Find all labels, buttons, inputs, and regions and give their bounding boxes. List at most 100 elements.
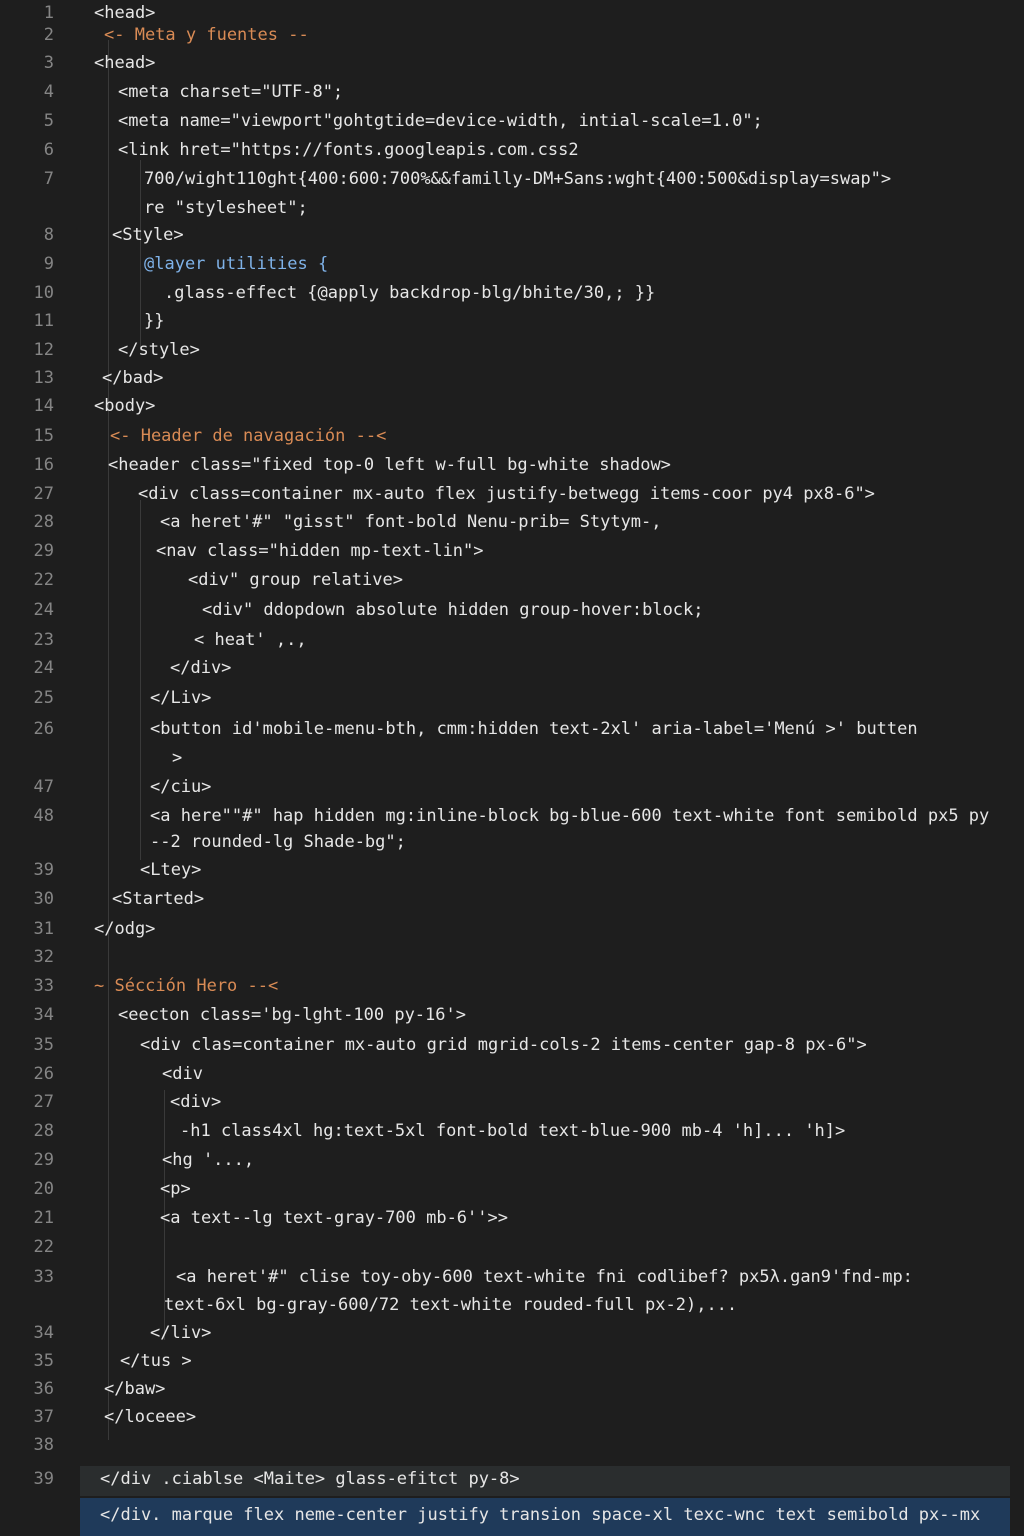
line-code: </ciu> <box>150 777 212 797</box>
code-line[interactable]: </div. marque flex neme-center justify t… <box>0 1502 1024 1528</box>
code-line[interactable]: 47 </ciu> <box>0 774 1024 800</box>
code-line[interactable]: 5 <meta name="viewport"gohtgtide=device-w… <box>0 108 1024 134</box>
code-line[interactable]: 16 <header class="fixed top-0 left w-full… <box>0 452 1024 478</box>
code-line[interactable]: 2 <- Meta y fuentes -- <box>0 22 1024 48</box>
line-code: text-6xl bg-gray-600/72 text-white roude… <box>164 1295 738 1315</box>
code-line[interactable]: 34 </liv> <box>0 1320 1024 1346</box>
code-line[interactable]: 24 </div> <box>0 655 1024 681</box>
line-code: < heat' ,., <box>194 630 307 650</box>
line-code: 700/wight110ght{400:600:700%&&familly-DM… <box>144 169 892 189</box>
code-line[interactable]: 8 <Style> <box>0 222 1024 248</box>
line-code: <meta charset="UTF-8"; <box>118 82 344 102</box>
line-number: 34 <box>33 1005 54 1025</box>
code-line[interactable]: 48 <a here""#" hap hidden mg:inline-block… <box>0 803 1024 829</box>
code-line[interactable]: 27 <div> <box>0 1089 1024 1115</box>
line-number: 33 <box>33 976 54 996</box>
code-line[interactable]: 22 <box>0 1234 1024 1260</box>
line-number: 28 <box>33 1121 54 1141</box>
line-code: > <box>172 748 183 768</box>
code-line[interactable]: 35 <div clas=container mx-auto grid mgrid… <box>0 1032 1024 1058</box>
line-code: <a here""#" hap hidden mg:inline-block b… <box>150 806 990 826</box>
line-number: 28 <box>33 512 54 532</box>
code-line[interactable]: > <box>0 745 1024 771</box>
line-number: 10 <box>33 283 54 303</box>
line-number: 24 <box>33 600 54 620</box>
code-line[interactable]: 36 </baw> <box>0 1376 1024 1402</box>
line-number: 26 <box>33 1064 54 1084</box>
line-number: 38 <box>33 1435 54 1455</box>
code-line[interactable]: 28 <a heret'#" "gisst" font-bold Nenu-pri… <box>0 509 1024 535</box>
line-code: </odg> <box>94 919 156 939</box>
line-number: 29 <box>33 1150 54 1170</box>
code-line[interactable]: 14 <body> <box>0 393 1024 419</box>
code-line[interactable]: 28 -h1 class4xl hg:text-5xl font-bold tex… <box>0 1118 1024 1144</box>
line-code: <button id'mobile-menu-bth, cmm:hidden t… <box>150 719 918 739</box>
code-line[interactable]: 27 <div class=container mx-auto flex just… <box>0 481 1024 507</box>
line-code: <header class="fixed top-0 left w-full b… <box>108 455 671 475</box>
line-number: 3 <box>43 53 54 73</box>
line-number: 25 <box>33 688 54 708</box>
line-code: </bad> <box>102 368 164 388</box>
code-line[interactable]: 31 </odg> <box>0 916 1024 942</box>
code-line[interactable]: 4 <meta charset="UTF-8"; <box>0 79 1024 105</box>
line-code: </tus > <box>120 1351 192 1371</box>
code-line[interactable]: 7 700/wight110ght{400:600:700%&&familly-D… <box>0 166 1024 192</box>
code-line[interactable]: 35 </tus > <box>0 1348 1024 1374</box>
line-code: <a heret'#" "gisst" font-bold Nenu-prib=… <box>160 512 662 532</box>
code-line[interactable]: 33 <a heret'#" clise toy-oby-600 text-whi… <box>0 1264 1024 1290</box>
code-line[interactable]: 6 <link hret="https://fonts.googleapis.co… <box>0 137 1024 163</box>
code-line[interactable]: text-6xl bg-gray-600/72 text-white roude… <box>0 1292 1024 1318</box>
line-number: 16 <box>33 455 54 475</box>
line-number: 2 <box>43 25 54 45</box>
line-number: 36 <box>33 1379 54 1399</box>
line-number: 11 <box>33 311 54 331</box>
code-line[interactable]: 33 ~ Sécción Hero --< <box>0 973 1024 999</box>
code-line[interactable]: --2 rounded-lg Shade-bg"; <box>0 829 1024 855</box>
code-line[interactable]: 20 <p> <box>0 1176 1024 1202</box>
code-line[interactable]: 10 .glass-effect {@apply backdrop-blg/bhi… <box>0 280 1024 306</box>
line-number: 4 <box>43 82 54 102</box>
code-line[interactable]: 29 <hg '..., <box>0 1147 1024 1173</box>
code-line[interactable]: 38 <box>0 1432 1024 1458</box>
line-code: <head> <box>94 53 156 73</box>
code-line[interactable]: 21 <a text--lg text-gray-700 mb-6''>> <box>0 1205 1024 1231</box>
line-code: <div clas=container mx-auto grid mgrid-c… <box>140 1035 867 1055</box>
line-code: <Style> <box>112 225 184 245</box>
line-code: <hg '..., <box>162 1150 255 1170</box>
code-editor[interactable]: 1 <head> 2 <- Meta y fuentes -- 3 <head> 4 <met… <box>0 0 1024 1536</box>
code-line[interactable]: 25 </Liv> <box>0 685 1024 711</box>
code-line[interactable]: 39 </div .ciablse <Maite> glass-efitct py… <box>0 1466 1024 1492</box>
line-number: 48 <box>33 806 54 826</box>
code-line[interactable]: 37 </loceee> <box>0 1404 1024 1430</box>
code-line[interactable]: 34 <eecton class='bg-lght-100 py-16'> <box>0 1002 1024 1028</box>
line-number: 23 <box>33 630 54 650</box>
code-line[interactable]: 26 <button id'mobile-menu-bth, cmm:hidden… <box>0 716 1024 742</box>
code-line[interactable]: 11}} <box>0 308 1024 334</box>
line-code: <nav class="hidden mp-text-lin"> <box>156 541 484 561</box>
line-code: <Ltey> <box>140 860 202 880</box>
line-code: @layer utilities { <box>144 254 329 274</box>
code-line[interactable]: re "stylesheet"; <box>0 195 1024 221</box>
code-line[interactable]: 32 <box>0 944 1024 970</box>
line-number: 27 <box>33 484 54 504</box>
code-line[interactable]: 9 @layer utilities { <box>0 251 1024 277</box>
line-code: </style> <box>118 340 200 360</box>
code-line[interactable]: 39 <Ltey> <box>0 857 1024 883</box>
line-code: <div" group relative> <box>188 570 403 590</box>
code-line[interactable]: 30 <Started> <box>0 886 1024 912</box>
code-line[interactable]: 26 <div <box>0 1061 1024 1087</box>
code-line[interactable]: 15 <- Header de navagación --< <box>0 423 1024 449</box>
line-code: <div> <box>170 1092 222 1112</box>
code-line[interactable]: 12 </style> <box>0 337 1024 363</box>
code-line[interactable]: 24 <div" ddopdown absolute hidden group-h… <box>0 597 1024 623</box>
code-line[interactable]: 29 <nav class="hidden mp-text-lin"> <box>0 538 1024 564</box>
code-line[interactable]: 3 <head> <box>0 50 1024 76</box>
code-line[interactable]: 13 </bad> <box>0 365 1024 391</box>
line-number: 29 <box>33 541 54 561</box>
code-line[interactable]: 23 < heat' ,., <box>0 627 1024 653</box>
line-number: 30 <box>33 889 54 909</box>
code-line[interactable]: 22 <div" group relative> <box>0 567 1024 593</box>
line-number: 6 <box>43 140 54 160</box>
line-number: 5 <box>43 111 54 131</box>
line-number: 8 <box>43 225 54 245</box>
